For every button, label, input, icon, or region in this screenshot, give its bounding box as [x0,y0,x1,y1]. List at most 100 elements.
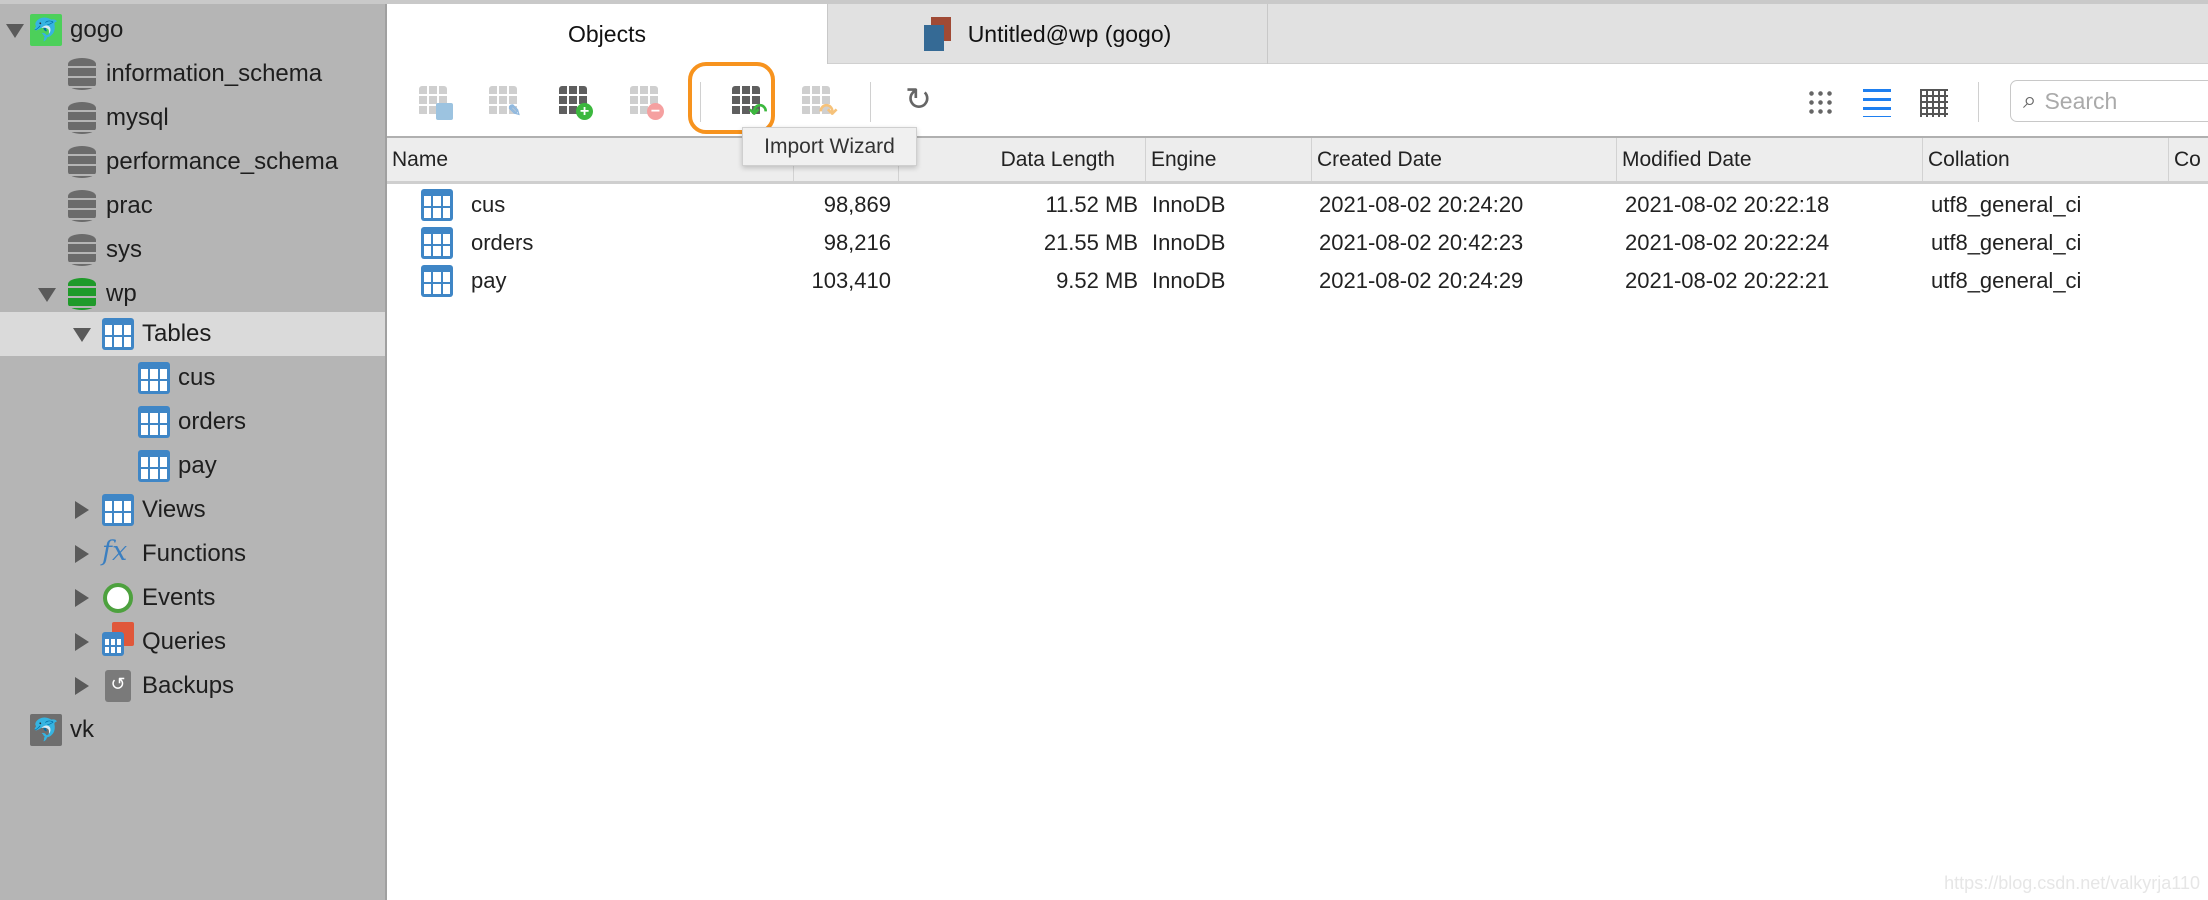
queries-table-icon [102,632,124,656]
cell-created-date: 2021-08-02 20:24:29 [1319,268,1524,293]
expand-triangle-icon[interactable] [6,24,24,38]
icon-view-button[interactable] [1807,89,1835,117]
cell-engine: InnoDB [1152,230,1226,255]
backup-icon: ↺ [105,670,131,702]
watermark: https://blog.csdn.net/valkyrja110 [1944,873,2200,893]
cell-engine: InnoDB [1152,192,1226,217]
database-icon [68,234,96,266]
sidebar-item-vk[interactable]: 🐬 vk [0,708,385,752]
sidebar-item-tables[interactable]: Tables [0,312,385,356]
table-row[interactable]: orders 98,216 21.55 MB InnoDB 2021-08-02… [387,224,2208,262]
sidebar-item-sys[interactable]: sys [0,228,385,272]
search-input[interactable]: ⌕ Search [2010,80,2208,122]
cell-modified-date: 2021-08-02 20:22:21 [1625,268,1830,293]
design-table-button[interactable]: ✎ [489,86,523,120]
sidebar-item-label: pay [178,452,217,479]
clock-icon [103,583,133,613]
column-header-modified-date[interactable]: Modified Date [1616,138,1922,181]
tab-objects[interactable]: Objects [387,4,827,64]
sidebar-item-performance-schema[interactable]: performance_schema [0,140,385,184]
column-header-collation[interactable]: Collation [1922,138,2168,181]
database-open-icon [68,278,96,310]
table-icon [421,227,453,259]
sidebar-item-views[interactable]: Views [0,488,385,532]
sidebar-item-label: Views [142,496,206,523]
column-header-engine[interactable]: Engine [1145,138,1311,181]
sidebar-item-information-schema[interactable]: information_schema [0,52,385,96]
sidebar-item-events[interactable]: Events [0,576,385,620]
table-icon [421,189,453,221]
cell-modified-date: 2021-08-02 20:22:24 [1625,230,1830,255]
list-view-button[interactable] [1863,89,1891,117]
folder-icon [436,103,453,120]
cell-rows: 98,869 [823,192,891,217]
export-arrow-icon: ↷ [819,99,838,124]
open-table-button[interactable] [419,86,453,120]
sidebar-item-cus[interactable]: cus [0,356,385,400]
sidebar-item-label: Tables [142,320,212,347]
expand-triangle-icon[interactable] [38,288,56,302]
refresh-icon[interactable]: ↻ [905,80,939,117]
expand-triangle-icon[interactable] [75,545,89,563]
export-wizard-button[interactable]: ↷ [802,86,838,124]
detail-view-button[interactable] [1920,89,1948,117]
minus-icon: − [647,103,664,120]
search-icon: ⌕ [2023,87,2037,114]
objects-toolbar: ✎ + − ↶ ↷ ↻ [387,64,2208,138]
tab-untitled-query[interactable]: Untitled@wp (gogo) [827,4,1268,64]
cell-collation: utf8_general_ci [1931,192,2082,217]
sidebar-item-mysql[interactable]: mysql [0,96,385,140]
table-icon [421,265,453,297]
expand-triangle-icon[interactable] [75,501,89,519]
sidebar-item-backups[interactable]: ↺ Backups [0,664,385,708]
mysql-connection-icon: 🐬 [30,14,62,46]
column-header-data-length[interactable]: Data Length [898,138,1145,181]
sidebar-item-gogo[interactable]: 🐬 gogo [0,8,385,52]
sidebar-item-functions[interactable]: fx Functions [0,532,385,576]
table-row[interactable]: cus 98,869 11.52 MB InnoDB 2021-08-02 20… [387,186,2208,224]
table-row[interactable]: pay 103,410 9.52 MB InnoDB 2021-08-02 20… [387,262,2208,300]
database-icon [68,146,96,178]
expand-triangle-icon[interactable] [75,677,89,695]
database-icon [68,190,96,222]
search-placeholder: Search [2044,87,2118,114]
sidebar-item-label: prac [106,192,153,219]
column-header-comment[interactable]: Co [2168,138,2208,181]
new-table-button[interactable]: + [559,86,593,120]
sidebar-item-wp[interactable]: wp [0,272,385,316]
sidebar-item-orders[interactable]: orders [0,400,385,444]
cell-data-length: 11.52 MB [1045,192,1138,217]
pencil-icon: ✎ [507,103,522,120]
sidebar-item-label: cus [178,364,216,391]
mysql-connection-icon: 🐬 [30,714,62,746]
cell-name: pay [471,268,507,293]
cell-collation: utf8_general_ci [1931,268,2082,293]
table-header: Name Rows Data Length Engine Created Dat… [387,138,2208,184]
function-icon: fx [102,536,128,567]
expand-triangle-icon[interactable] [75,633,89,651]
column-header-name[interactable]: Name [387,138,793,181]
table-icon [138,450,170,482]
sidebar-item-label: Functions [142,540,247,567]
views-icon [102,494,134,526]
sidebar-item-label: information_schema [106,60,323,87]
table-icon [138,406,170,438]
plus-icon: + [576,103,593,120]
database-icon [68,58,96,90]
sidebar-item-label: mysql [106,104,169,131]
cell-data-length: 9.52 MB [1056,268,1138,293]
sidebar-item-label: performance_schema [106,148,339,175]
import-wizard-highlight [688,62,775,134]
navigation-sidebar: 🐬 gogo information_schema mysql performa… [0,4,387,900]
delete-table-button[interactable]: − [630,86,664,120]
sidebar-item-queries[interactable]: Queries [0,620,385,664]
cell-engine: InnoDB [1152,268,1226,293]
sidebar-item-pay[interactable]: pay [0,444,385,488]
sidebar-item-label: sys [106,236,142,263]
toolbar-separator [870,82,871,122]
expand-triangle-icon[interactable] [75,589,89,607]
expand-triangle-icon[interactable] [73,328,91,342]
tab-bar: Objects Untitled@wp (gogo) [387,4,2208,64]
sidebar-item-prac[interactable]: prac [0,184,385,228]
column-header-created-date[interactable]: Created Date [1311,138,1616,181]
